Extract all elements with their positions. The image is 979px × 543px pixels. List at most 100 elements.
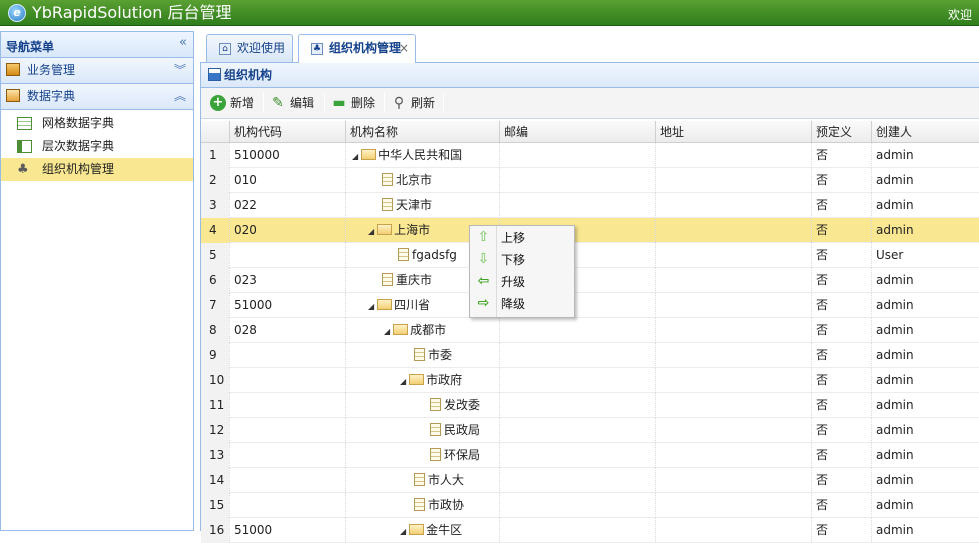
cell-predefined: 否: [811, 343, 871, 368]
dictionary-icon: [6, 89, 20, 102]
cell-address: [655, 218, 811, 243]
table-row[interactable]: 12 民政局 否 admin: [201, 418, 979, 443]
cell-predefined: 否: [811, 243, 871, 268]
business-icon: [6, 63, 20, 76]
expand-toggle-icon[interactable]: ◢: [400, 377, 406, 386]
section-business-management[interactable]: 业务管理 ︾: [1, 58, 193, 84]
menu-item-move-up[interactable]: ⇧ 上移: [470, 227, 574, 249]
table-row[interactable]: 9 市委 否 admin: [201, 343, 979, 368]
document-icon: [430, 448, 441, 461]
table-row[interactable]: 15 市政协 否 admin: [201, 493, 979, 518]
sidebar-item-organization[interactable]: ♣ 组织机构管理: [1, 158, 193, 181]
menu-item-label: 降级: [501, 297, 526, 311]
document-icon: [430, 423, 441, 436]
expand-toggle-icon[interactable]: ◢: [352, 152, 358, 161]
cell-creator: admin: [871, 143, 979, 168]
collapse-chevron-icon[interactable]: ︽: [174, 84, 186, 109]
column-header-zip[interactable]: 邮编: [499, 121, 655, 143]
cell-address: [655, 143, 811, 168]
cell-creator: admin: [871, 193, 979, 218]
toolbar-separator: [324, 93, 325, 113]
sidebar-item-grid-dictionary[interactable]: 网格数据字典: [1, 112, 193, 135]
menu-item-label: 上移: [501, 231, 526, 245]
edit-label: 编辑: [290, 96, 315, 110]
panel-title: 组织机构: [224, 68, 273, 82]
tab-welcome[interactable]: ⌂ 欢迎使用: [206, 34, 293, 62]
table-row[interactable]: 11 发改委 否 admin: [201, 393, 979, 418]
column-header-code[interactable]: 机构代码: [229, 121, 345, 143]
expand-chevron-icon[interactable]: ︾: [174, 58, 186, 83]
table-row[interactable]: 13 环保局 否 admin: [201, 443, 979, 468]
add-button[interactable]: + 新增: [208, 92, 254, 114]
table-row[interactable]: 3 022 天津市 否 admin: [201, 193, 979, 218]
table-row[interactable]: 2 010 北京市 否 admin: [201, 168, 979, 193]
section-data-dictionary[interactable]: 数据字典 ︽: [1, 84, 193, 110]
sidebar-item-tree-dictionary[interactable]: 层次数据字典: [1, 135, 193, 158]
folder-icon: [409, 524, 425, 535]
cell-name: ◢ 市政府: [345, 368, 499, 393]
toolbar: + 新增 ✎ 编辑 ▬ 删除 ⚲ 刷新: [201, 88, 979, 119]
column-header-address[interactable]: 地址: [655, 121, 811, 143]
grid-header: 机构代码 机构名称 邮编 地址 预定义 创建人: [201, 121, 979, 143]
home-icon: ⌂: [219, 43, 231, 55]
cell-address: [655, 318, 811, 343]
table-row[interactable]: 5 fgadsfg 否 User: [201, 243, 979, 268]
cell-address: [655, 443, 811, 468]
folder-icon: [377, 224, 393, 235]
node-label: 重庆市: [396, 273, 433, 287]
menu-item-move-down[interactable]: ⇩ 下移: [470, 249, 574, 271]
cell-zip: [499, 368, 655, 393]
expand-toggle-icon[interactable]: ◢: [400, 527, 406, 536]
refresh-button[interactable]: ⚲ 刷新: [389, 92, 435, 114]
node-label: 市政府: [426, 373, 463, 387]
folder-icon: [393, 324, 409, 335]
delete-label: 删除: [351, 96, 376, 110]
table-row[interactable]: 6 023 重庆市 否 admin: [201, 268, 979, 293]
node-label: 北京市: [396, 173, 433, 187]
folder-icon: [409, 374, 425, 385]
table-row[interactable]: 14 市人大 否 admin: [201, 468, 979, 493]
sidebar-item-label: 网格数据字典: [42, 116, 115, 130]
column-header-predefined[interactable]: 预定义: [811, 121, 871, 143]
sidebar-item-label: 层次数据字典: [42, 139, 115, 153]
delete-button[interactable]: ▬ 删除: [329, 92, 375, 114]
cell-zip: [499, 393, 655, 418]
table-row[interactable]: 7 51000 ◢ 四川省 否 admin: [201, 293, 979, 318]
close-tab-icon[interactable]: ×: [399, 35, 409, 62]
row-number: 2: [201, 168, 229, 193]
cell-name: 市人大: [345, 468, 499, 493]
node-label: 市委: [428, 348, 453, 362]
folder-icon: [377, 299, 393, 310]
toolbar-separator: [263, 93, 264, 113]
menu-item-demote[interactable]: ⇨ 降级: [470, 293, 574, 315]
table-row[interactable]: 4 020 ◢ 上海市 否 admin: [201, 218, 979, 243]
cell-creator: admin: [871, 493, 979, 518]
expand-toggle-icon[interactable]: ◢: [368, 302, 374, 311]
expand-toggle-icon[interactable]: ◢: [384, 327, 390, 336]
search-icon: ⚲: [393, 95, 405, 111]
cell-zip: [499, 193, 655, 218]
cell-address: [655, 493, 811, 518]
organization-icon: ♣: [311, 43, 323, 55]
cell-code: [229, 493, 345, 518]
tab-organization[interactable]: ♣ 组织机构管理 ×: [298, 34, 416, 63]
cell-address: [655, 368, 811, 393]
column-header-creator[interactable]: 创建人: [871, 121, 979, 143]
cell-predefined: 否: [811, 443, 871, 468]
cell-address: [655, 168, 811, 193]
cell-predefined: 否: [811, 293, 871, 318]
cell-code: 028: [229, 318, 345, 343]
cell-code: [229, 368, 345, 393]
menu-item-promote[interactable]: ⇦ 升级: [470, 271, 574, 293]
table-row[interactable]: 8 028 ◢ 成都市 否 admin: [201, 318, 979, 343]
table-row[interactable]: 10 ◢ 市政府 否 admin: [201, 368, 979, 393]
row-number: 8: [201, 318, 229, 343]
row-number: 15: [201, 493, 229, 518]
edit-button[interactable]: ✎ 编辑: [268, 92, 314, 114]
expand-toggle-icon[interactable]: ◢: [368, 227, 374, 236]
column-header-name[interactable]: 机构名称: [345, 121, 499, 143]
table-row[interactable]: 1 510000 ◢ 中华人民共和国 否 admin: [201, 143, 979, 168]
cell-code: 010: [229, 168, 345, 193]
cell-predefined: 否: [811, 218, 871, 243]
collapse-sidebar-icon[interactable]: «: [179, 35, 187, 50]
